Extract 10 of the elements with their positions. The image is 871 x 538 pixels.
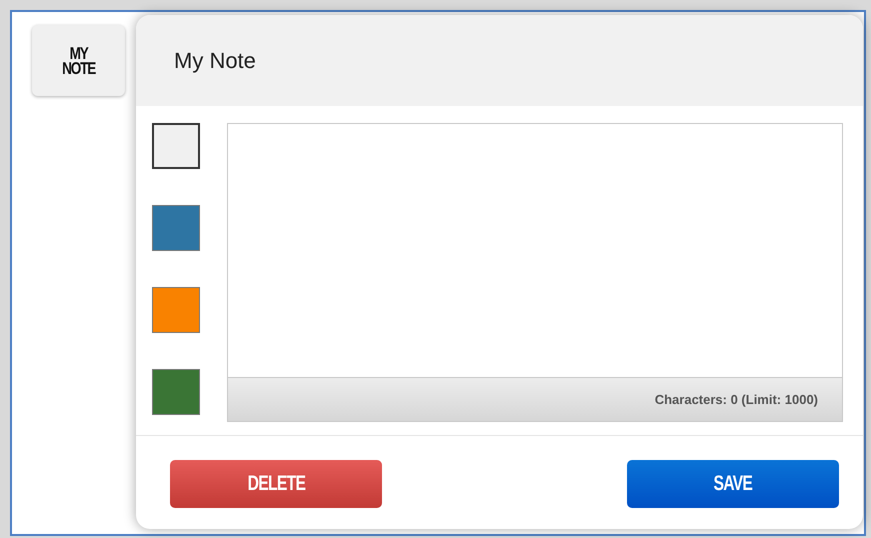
delete-button[interactable]: DELETE (170, 460, 382, 508)
color-swatch[interactable] (152, 123, 200, 169)
color-swatch[interactable] (152, 369, 200, 415)
character-counter: Characters: 0 (Limit: 1000) (654, 390, 818, 409)
color-swatch[interactable] (152, 287, 200, 333)
note-editor[interactable]: Characters: 0 (Limit: 1000) (227, 123, 843, 422)
color-swatch[interactable] (152, 205, 200, 251)
my-note-tab[interactable]: MY NOTE (32, 25, 125, 96)
dialog-title: My Note (174, 47, 256, 75)
save-button[interactable]: SAVE (627, 460, 839, 508)
